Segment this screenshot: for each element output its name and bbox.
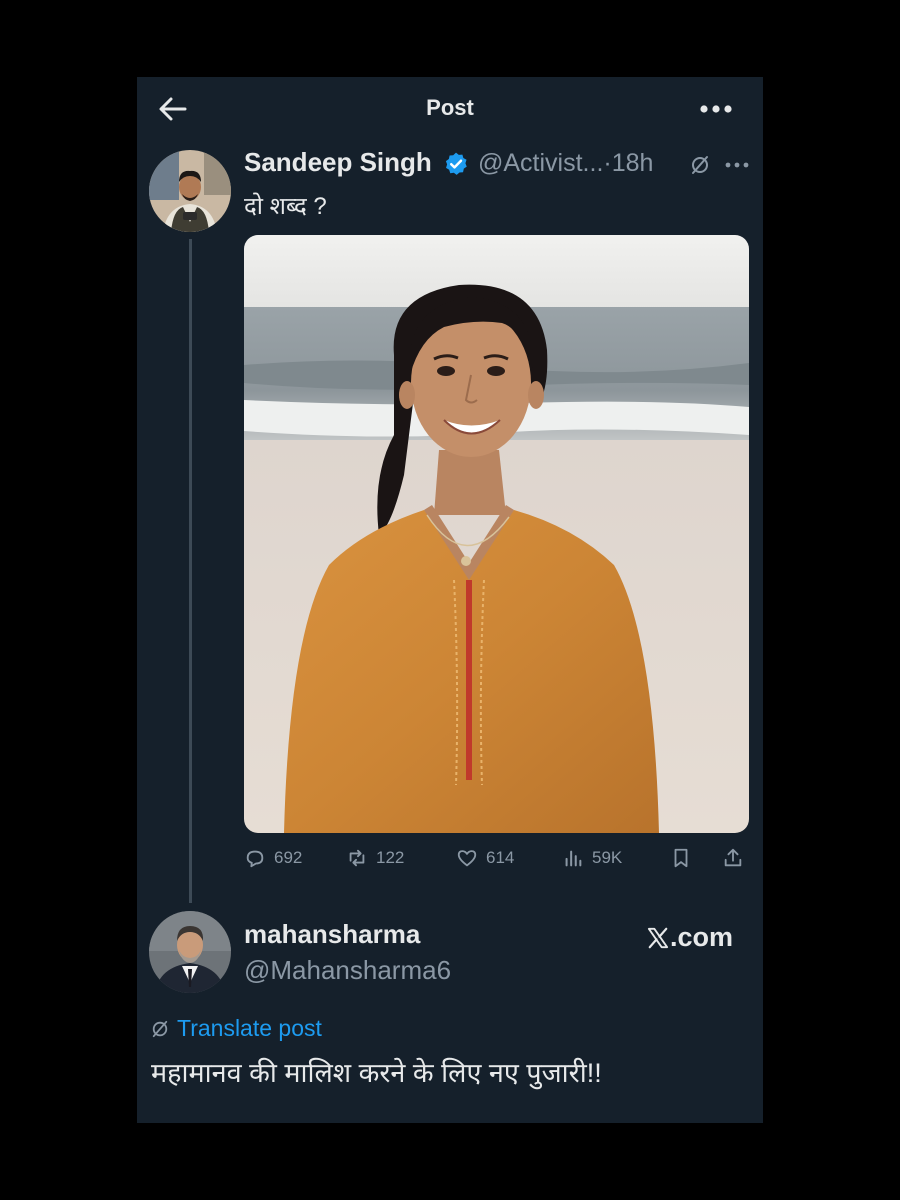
top-bar: Post	[137, 77, 763, 141]
like-button[interactable]: 614	[456, 847, 514, 869]
reply-button[interactable]: 692	[244, 847, 302, 869]
quote-author-avatar[interactable]	[149, 911, 231, 993]
bookmark-icon	[674, 848, 688, 868]
post-screen: Post Sandeep Singh @Activist...·18h दो श…	[137, 77, 763, 1123]
translate-label[interactable]: Translate post	[177, 1015, 322, 1042]
quote-author-handle[interactable]: @Mahansharma6	[244, 955, 451, 986]
post-actions: 692 122 614 59K	[244, 847, 749, 877]
reply-count: 692	[274, 848, 303, 867]
translate-post-link[interactable]: Translate post	[151, 1015, 322, 1042]
view-count: 59K	[592, 848, 623, 867]
views-button[interactable]: 59K	[562, 847, 622, 869]
quote-text: महामानव की मालिश करने के लिए नए पुजारी!!	[151, 1058, 602, 1088]
post-image[interactable]	[244, 235, 749, 833]
thread-line	[189, 239, 192, 903]
source-watermark: .com	[647, 922, 733, 953]
post-time[interactable]: ·18h	[603, 149, 653, 177]
views-chart-icon	[565, 850, 582, 867]
author-avatar[interactable]	[149, 150, 231, 232]
grok-icon[interactable]	[690, 155, 710, 175]
author-handle-and-time[interactable]: @Activist...·18h	[478, 149, 653, 178]
grok-icon	[152, 1020, 168, 1037]
share-icon	[724, 848, 742, 867]
heart-icon	[457, 850, 477, 867]
page-title: Post	[426, 95, 474, 120]
quote-author-name[interactable]: mahansharma	[244, 919, 420, 950]
like-count: 614	[486, 848, 515, 867]
reply-icon	[246, 850, 264, 868]
bookmark-button[interactable]	[670, 847, 692, 869]
author-handle[interactable]: @Activist...	[478, 149, 603, 177]
post-more-icon[interactable]	[725, 161, 749, 169]
author-name[interactable]: Sandeep Singh	[244, 147, 432, 178]
more-options-icon[interactable]	[699, 103, 733, 115]
repost-icon	[349, 849, 365, 867]
x-logo-icon	[647, 927, 669, 948]
repost-button[interactable]: 122	[346, 847, 404, 869]
verified-badge-icon	[445, 152, 467, 175]
share-button[interactable]	[722, 847, 744, 869]
repost-count: 122	[376, 848, 405, 867]
source-domain: .com	[670, 922, 734, 952]
post-text: दो शब्द ?	[244, 193, 327, 220]
